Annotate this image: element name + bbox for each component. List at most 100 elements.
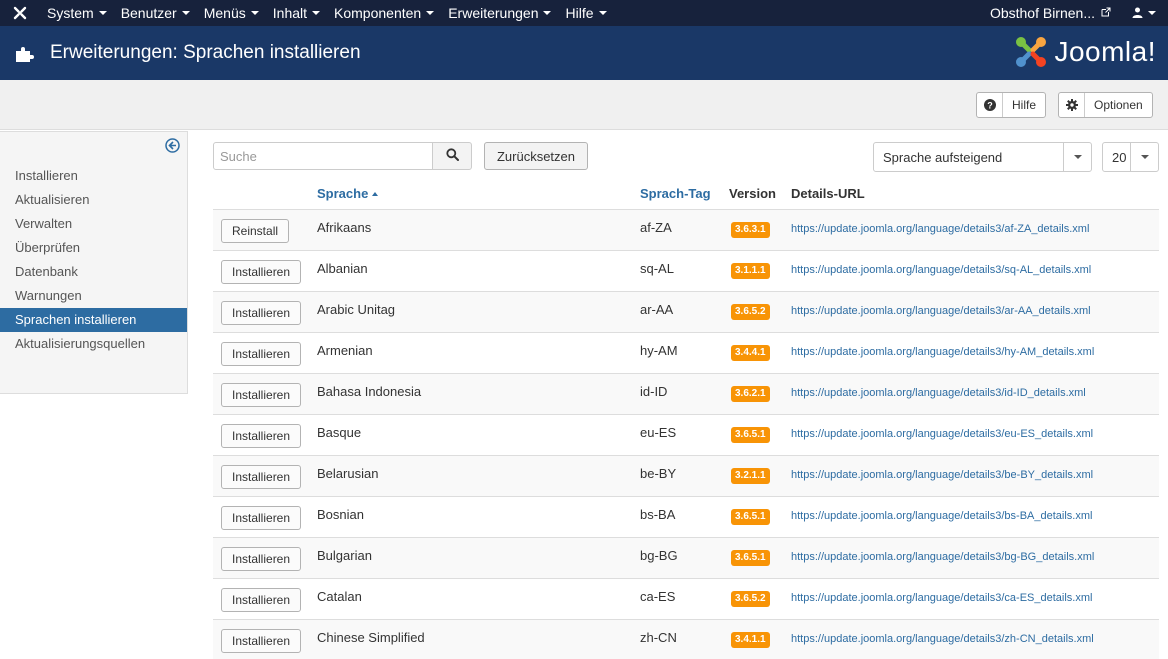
install-button[interactable]: Installieren bbox=[221, 506, 302, 530]
language-tag: ar-AA bbox=[640, 302, 674, 317]
details-url-link[interactable]: https://update.joomla.org/language/detai… bbox=[791, 592, 1092, 604]
sidebar-item[interactable]: Aktualisieren bbox=[0, 188, 187, 212]
version-badge: 3.6.5.1 bbox=[731, 427, 770, 443]
nav-menu-label: Komponenten bbox=[334, 5, 422, 21]
sidebar-item[interactable]: Installieren bbox=[0, 164, 187, 188]
language-tag: be-BY bbox=[640, 466, 677, 481]
table-row: Installieren Bulgarian bg-BG 3.6.5.1 https:/… bbox=[213, 538, 1159, 579]
help-button[interactable]: ? Hilfe bbox=[976, 92, 1047, 118]
nav-menu-label: System bbox=[47, 5, 94, 21]
language-name: Bulgarian bbox=[317, 548, 372, 563]
sidebar: Installieren Aktualisieren Verwalten Überpr… bbox=[0, 131, 188, 394]
languages-table: Sprache Sprach-Tag Version Details-URL R… bbox=[213, 178, 1159, 659]
chevron-down-icon bbox=[1148, 11, 1156, 15]
version-badge: 3.6.5.1 bbox=[731, 509, 770, 525]
table-row: Installieren Arabic Unitag ar-AA 3.6.5.2 htt… bbox=[213, 292, 1159, 333]
sort-by-tag-header[interactable]: Sprach-Tag bbox=[640, 186, 711, 201]
language-name: Afrikaans bbox=[317, 220, 372, 235]
nav-menu-menüs[interactable]: Menüs bbox=[197, 0, 266, 26]
search-button[interactable] bbox=[432, 142, 472, 170]
sort-ascending-icon bbox=[372, 192, 379, 196]
sort-by-language-header[interactable]: Sprache bbox=[317, 186, 379, 201]
install-button[interactable]: Installieren bbox=[221, 260, 302, 284]
sidebar-item[interactable]: Warnungen bbox=[0, 284, 187, 308]
table-row: Installieren Bosnian bs-BA 3.6.5.1 https://u… bbox=[213, 497, 1159, 538]
language-name: Albanian bbox=[317, 261, 368, 276]
options-button[interactable]: Optionen bbox=[1058, 92, 1153, 118]
sidebar-item[interactable]: Überprüfen bbox=[0, 236, 187, 260]
chevron-down-icon bbox=[181, 11, 190, 15]
sidebar-item[interactable]: Sprachen installieren bbox=[0, 308, 187, 332]
nav-menu-benutzer[interactable]: Benutzer bbox=[114, 0, 197, 26]
details-url-link[interactable]: https://update.joomla.org/language/detai… bbox=[791, 305, 1091, 317]
sort-select[interactable]: Sprache aufsteigend bbox=[873, 142, 1092, 172]
language-tag: sq-AL bbox=[640, 261, 674, 276]
details-url-link[interactable]: https://update.joomla.org/language/detai… bbox=[791, 469, 1093, 481]
install-button[interactable]: Installieren bbox=[221, 301, 302, 325]
version-badge: 3.4.4.1 bbox=[731, 345, 770, 361]
search-input[interactable] bbox=[213, 142, 433, 170]
details-url-link[interactable]: https://update.joomla.org/language/detai… bbox=[791, 264, 1091, 276]
nav-menu-label: Erweiterungen bbox=[448, 5, 539, 21]
version-badge: 3.1.1.1 bbox=[731, 263, 770, 279]
nav-menu-system[interactable]: System bbox=[40, 0, 114, 26]
limit-select[interactable]: 20 bbox=[1102, 142, 1159, 172]
sidebar-item[interactable]: Verwalten bbox=[0, 212, 187, 236]
joomla-logo-text: Joomla! bbox=[1054, 36, 1156, 67]
chevron-down-icon bbox=[312, 11, 321, 15]
nav-menu-inhalt[interactable]: Inhalt bbox=[266, 0, 327, 26]
reinstall-button[interactable]: Reinstall bbox=[221, 219, 290, 243]
table-row: Reinstall Afrikaans af-ZA 3.6.3.1 https://up… bbox=[213, 210, 1159, 251]
url-column-header: Details-URL bbox=[791, 186, 865, 201]
user-icon bbox=[1132, 5, 1143, 21]
language-name: Bahasa Indonesia bbox=[317, 384, 422, 399]
version-badge: 3.6.5.1 bbox=[731, 550, 770, 566]
site-name-label: Obsthof Birnen... bbox=[989, 5, 1095, 21]
options-button-label: Optionen bbox=[1094, 98, 1143, 112]
install-button[interactable]: Installieren bbox=[221, 588, 302, 612]
nav-menu-komponenten[interactable]: Komponenten bbox=[327, 0, 441, 26]
details-url-link[interactable]: https://update.joomla.org/language/detai… bbox=[791, 551, 1094, 563]
version-badge: 3.4.1.1 bbox=[731, 632, 770, 648]
table-row: Installieren Catalan ca-ES 3.6.5.2 https://u… bbox=[213, 579, 1159, 620]
details-url-link[interactable]: https://update.joomla.org/language/detai… bbox=[791, 387, 1086, 399]
table-row: Installieren Chinese Simplified zh-CN 3.4.1… bbox=[213, 620, 1159, 659]
table-header: Sprache Sprach-Tag Version Details-URL bbox=[213, 178, 1159, 210]
details-url-link[interactable]: https://update.joomla.org/language/detai… bbox=[791, 346, 1094, 358]
site-name-link[interactable]: Obsthof Birnen... bbox=[983, 0, 1118, 26]
details-url-link[interactable]: https://update.joomla.org/language/detai… bbox=[791, 510, 1092, 522]
install-button[interactable]: Installieren bbox=[221, 629, 302, 653]
install-button[interactable]: Installieren bbox=[221, 342, 302, 366]
install-button[interactable]: Installieren bbox=[221, 424, 302, 448]
details-url-link[interactable]: https://update.joomla.org/language/detai… bbox=[791, 633, 1094, 645]
install-button[interactable]: Installieren bbox=[221, 383, 302, 407]
question-circle-icon: ? bbox=[977, 93, 1003, 117]
version-badge: 3.6.5.2 bbox=[731, 304, 770, 320]
external-link-icon bbox=[1101, 6, 1111, 20]
reset-button[interactable]: Zurücksetzen bbox=[484, 142, 588, 170]
language-tag: af-ZA bbox=[640, 220, 672, 235]
language-tag: id-ID bbox=[640, 384, 668, 399]
details-url-link[interactable]: https://update.joomla.org/language/detai… bbox=[791, 428, 1093, 440]
toolbar: ? Hilfe Optionen bbox=[0, 80, 1168, 130]
nav-menu-hilfe[interactable]: Hilfe bbox=[558, 0, 613, 26]
table-row: Installieren Basque eu-ES 3.6.5.1 https://up… bbox=[213, 415, 1159, 456]
arrow-left-circle-icon[interactable] bbox=[165, 138, 180, 153]
top-navbar: System Benutzer Menüs Inhalt Komponenten Erwe… bbox=[0, 0, 1168, 26]
search-icon bbox=[445, 148, 459, 164]
nav-menu-erweiterungen[interactable]: Erweiterungen bbox=[441, 0, 558, 26]
language-tag: bg-BG bbox=[640, 548, 678, 563]
joomla-icon[interactable] bbox=[0, 0, 40, 26]
sidebar-item[interactable]: Aktualisierungsquellen bbox=[0, 332, 187, 356]
sidebar-item[interactable]: Datenbank bbox=[0, 260, 187, 284]
page-header: Erweiterungen: Sprachen installieren Joo… bbox=[0, 26, 1168, 80]
details-url-link[interactable]: https://update.joomla.org/language/detai… bbox=[791, 223, 1089, 235]
install-button[interactable]: Installieren bbox=[221, 547, 302, 571]
gear-icon bbox=[1059, 93, 1085, 117]
user-menu[interactable] bbox=[1118, 0, 1168, 26]
chevron-down-icon bbox=[426, 11, 435, 15]
nav-menu-label: Hilfe bbox=[565, 5, 594, 21]
install-button[interactable]: Installieren bbox=[221, 465, 302, 489]
joomla-logo: Joomla! bbox=[1014, 35, 1156, 69]
table-row: Installieren Armenian hy-AM 3.4.4.1 https://… bbox=[213, 333, 1159, 374]
